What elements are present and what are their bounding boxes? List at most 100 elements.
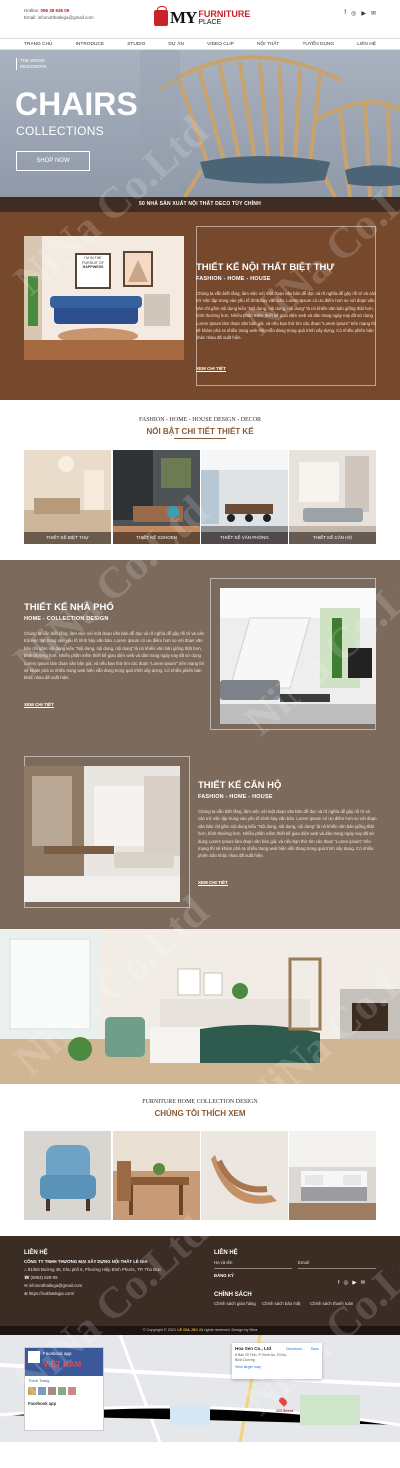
facebook-widget[interactable]: Facebook app VIỆT NAM Thích Trang Facebo… <box>24 1347 104 1431</box>
nav-introduce[interactable]: INTRODUCE <box>76 42 105 47</box>
footer-contact-title: LIÊN HỆ <box>24 1250 48 1256</box>
logo-line2: PLACE <box>198 18 222 26</box>
tile-villa[interactable]: THIẾT KẾ BIỆT THỰ <box>24 450 111 544</box>
hero-banner: THE WOOD DESIGNERS CHAIRS COLLECTIONS SH… <box>0 50 400 197</box>
site-logo[interactable]: MY FURNITURE PLACE <box>154 6 250 30</box>
apartment-description: Chúng ta vẫn biết rằng, làm việc với một… <box>198 809 377 859</box>
nav-home[interactable]: TRANG CHỦ <box>24 42 53 47</box>
facebook-cover: Facebook app VIỆT NAM <box>25 1348 103 1376</box>
featured-title: NỔI BẬT CHI TIẾT THIẾT KẾ <box>146 427 254 436</box>
logo-wordmark: FURNITURE PLACE <box>198 8 251 27</box>
nav-careers[interactable]: TUYỂN DỤNG <box>302 42 334 47</box>
map-save-button[interactable]: Save <box>311 1347 319 1351</box>
footer-policy-title: CHÍNH SÁCH <box>214 1292 252 1298</box>
blue-armchair-image <box>24 1131 111 1220</box>
townhouse-apartment-section: THIẾT KẾ NHÀ PHỐ HOME - COLLECTION DESIG… <box>0 560 400 929</box>
nav-interior[interactable]: NỘI THẤT <box>257 42 279 47</box>
footer-email-input[interactable]: Email <box>298 1260 376 1269</box>
follower-avatar <box>48 1387 56 1395</box>
facebook-post-title: Facebook app <box>28 1401 57 1406</box>
hero-title: CHAIRS <box>15 86 138 122</box>
dining-set-image <box>113 1131 200 1220</box>
townhouse-image[interactable] <box>220 588 376 724</box>
nav-video-clip[interactable]: VIDEO CLIP <box>207 42 234 47</box>
footer-mail-icon[interactable]: ✉ <box>361 1280 366 1286</box>
product-bedroom[interactable] <box>289 1131 376 1220</box>
footer-facebook-icon[interactable]: f <box>338 1280 340 1286</box>
policy-privacy-link[interactable]: Chính sách bảo mật <box>262 1300 300 1308</box>
tile-apartment[interactable]: THIẾT KẾ CĂN HỘ <box>289 450 376 544</box>
hotline-number[interactable]: 096 38 636 09 <box>41 8 70 13</box>
footer-subscribe-button[interactable]: ĐĂNG KÝ <box>214 1272 234 1280</box>
footer-name-input[interactable]: Họ và tên <box>214 1260 292 1269</box>
policy-payment-link[interactable]: Chính sách thanh toán <box>310 1300 353 1308</box>
happiness-poster: I'M IN THE PURSUIT OF HAPPINESS <box>76 256 110 270</box>
townhouse-title: THIẾT KẾ NHÀ PHỐ <box>24 602 114 613</box>
bedroom-product-image <box>289 1131 376 1220</box>
hero-tag-line2: DESIGNERS <box>20 64 47 69</box>
header-email[interactable]: infomotthatlega@gmail.com <box>38 15 94 20</box>
poster-line3: HAPPINESS <box>82 265 104 270</box>
tile-apartment-caption: THIẾT KẾ CĂN HỘ <box>289 532 376 544</box>
villa-image[interactable]: I'M IN THE PURSUIT OF HAPPINESS <box>24 236 184 360</box>
map-embed[interactable]: Facebook app VIỆT NAM Thích Trang Facebo… <box>0 1335 400 1442</box>
apartment-title: THIẾT KẾ CĂN HỘ <box>198 780 282 791</box>
follower-avatar <box>28 1387 36 1395</box>
map-directions-button[interactable]: Directions <box>286 1347 302 1351</box>
office-tile-image <box>201 450 288 544</box>
tile-office[interactable]: THIẾT KẾ VĂN PHÒNG <box>201 450 288 544</box>
townhouse-read-more-link[interactable]: XEM CHI TIẾT <box>24 702 54 708</box>
featured-designs-section: FASHION - HOME - HOUSE DESIGN - DECOR NỔ… <box>0 400 400 560</box>
footer-web[interactable]: https://noithatlegia.com/ <box>29 1291 74 1296</box>
villa-living-room-illustration <box>24 236 184 360</box>
facebook-like-button[interactable]: Thích Trang <box>25 1376 103 1385</box>
villa-read-more-link[interactable]: XEM CHI TIẾT <box>196 366 226 372</box>
product-blue-armchair[interactable] <box>24 1131 111 1220</box>
facebook-icon[interactable]: f <box>344 10 346 17</box>
footer-youtube-icon[interactable]: ▶ <box>352 1280 356 1286</box>
nav-contact[interactable]: LIÊN HỆ <box>357 42 376 47</box>
product-dining-set[interactable] <box>113 1131 200 1220</box>
logo-line1: FURNITURE <box>198 8 251 19</box>
site-footer: LIÊN HỆ CÔNG TY TNHH THƯƠNG MẠI XÂY DỰNG… <box>0 1236 400 1326</box>
footer-form-title: LIÊN HỆ <box>214 1250 238 1256</box>
apartment-tile-image <box>289 450 376 544</box>
map-pin-label: 123 Street <box>276 1409 294 1413</box>
sohoen-tile-image <box>113 450 200 544</box>
youtube-icon[interactable]: ▶ <box>361 10 366 17</box>
footer-email-row: ✉ infomotthatlega@gmail.com <box>24 1283 83 1288</box>
instagram-icon[interactable]: ◎ <box>351 10 356 17</box>
header-contact: Hotline: 096 38 636 09 Email: infomottha… <box>24 7 94 21</box>
shop-now-button[interactable]: SHOP NOW <box>16 151 90 171</box>
bedroom-illustration <box>0 929 400 1084</box>
mail-icon[interactable]: ✉ <box>371 10 376 17</box>
townhouse-subtitle: HOME - COLLECTION DESIGN <box>24 616 109 622</box>
footer-phone[interactable]: (0963) 628-09 <box>31 1275 58 1280</box>
footer-phone-row: ☎ (0963) 628-09 <box>24 1275 58 1280</box>
footer-web-row: ⊕ https://noithatlegia.com/ <box>24 1291 75 1296</box>
footer-address-row: ⌂ 91/5/6 Đường 48, Khu phố 6, Phường Hiệ… <box>24 1267 162 1272</box>
product-lounge-chair[interactable] <box>201 1131 288 1220</box>
footer-instagram-icon[interactable]: ◎ <box>344 1280 349 1286</box>
policy-delivery-link[interactable]: Chính sách giao hàng <box>214 1300 256 1308</box>
nav-studio[interactable]: STUDIO <box>127 42 145 47</box>
featured-kicker: FASHION - HOME - HOUSE DESIGN - DECOR <box>138 417 262 423</box>
footer-email[interactable]: infomotthatlega@gmail.com <box>29 1283 82 1288</box>
map-info-card: Hoa Sen Co., Ltd 8 Bác Sĩ Tịnh, P. Bình … <box>232 1343 322 1379</box>
apartment-subtitle: FASHION - HOME - HOUSE <box>198 794 273 800</box>
tile-sohoen[interactable]: THIẾT KẾ SOHOEN <box>113 450 200 544</box>
copyright-brand: LÊ GIA JSC <box>177 1328 199 1332</box>
villa-subtitle: FASHION - HOME - HOUSE <box>196 276 271 282</box>
apartment-read-more-link[interactable]: XEM CHI TIẾT <box>198 880 228 886</box>
email-label: Email: <box>24 15 37 20</box>
view-larger-map-link[interactable]: View larger map <box>235 1365 319 1369</box>
copyright-suffix: All rights reserved. Design by Nina <box>199 1328 258 1332</box>
villa-description: Chúng ta vẫn biết rằng, làm việc với một… <box>196 291 377 341</box>
tile-sohoen-caption: THIẾT KẾ SOHOEN <box>113 532 200 544</box>
chairs-illustration <box>140 50 400 197</box>
nav-projects[interactable]: DỰ ÁN <box>168 42 184 47</box>
lounge-chair-image <box>201 1131 288 1220</box>
copyright-prefix: © Copyright © 2021 <box>142 1328 177 1332</box>
logo-my: MY <box>170 8 197 27</box>
apartment-image[interactable] <box>24 766 180 902</box>
